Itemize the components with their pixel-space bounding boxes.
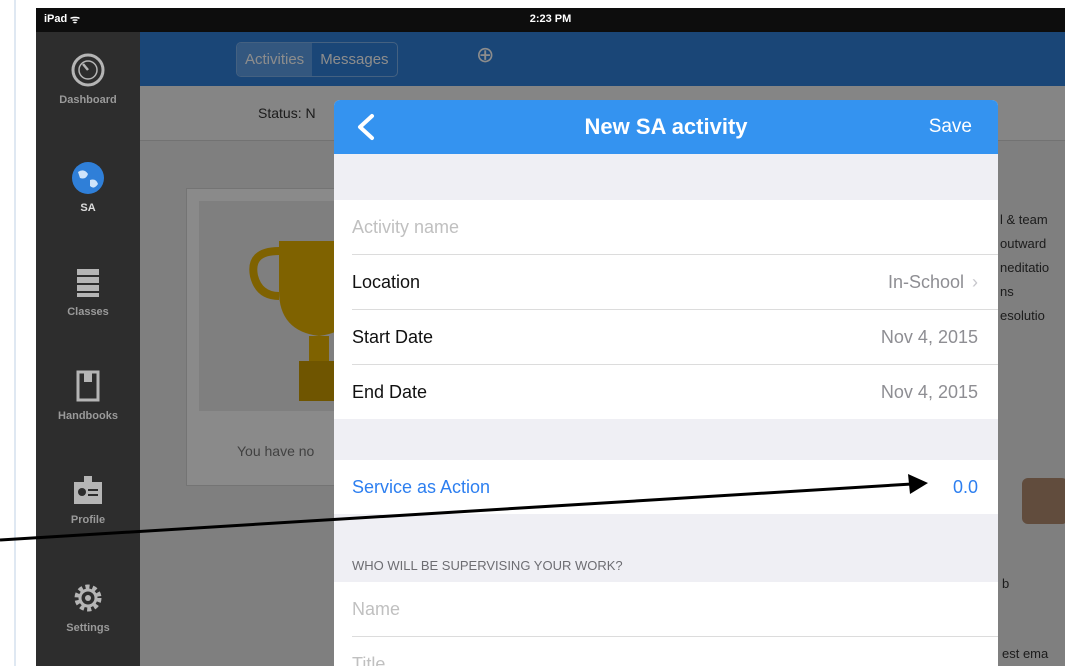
activity-name-input[interactable]: Activity name bbox=[352, 200, 459, 254]
right-fragment: est ema bbox=[1002, 646, 1049, 661]
supervisor-group: Name Title bbox=[334, 582, 998, 666]
right-line: l & team bbox=[1000, 212, 1048, 227]
sidebar-item-handbooks[interactable]: Handbooks bbox=[36, 368, 140, 468]
add-circle-icon[interactable]: ⊕ bbox=[476, 44, 498, 66]
books-icon bbox=[77, 269, 99, 297]
sidebar: Dashboard SA Classes Handbooks Profile S… bbox=[36, 32, 140, 666]
location-value: In-School › bbox=[888, 255, 978, 309]
start-date-label: Start Date bbox=[352, 327, 434, 347]
chevron-left-icon[interactable] bbox=[352, 110, 382, 144]
sidebar-item-label: Settings bbox=[66, 622, 110, 634]
service-as-action-row[interactable]: Service as Action 0.0 bbox=[352, 460, 998, 514]
status-value: N bbox=[305, 105, 316, 121]
sidebar-item-label: SA bbox=[80, 202, 96, 214]
right-line: neditatio bbox=[1000, 260, 1050, 275]
sidebar-item-classes[interactable]: Classes bbox=[36, 264, 140, 364]
chevron-right-icon: › bbox=[972, 272, 978, 292]
id-badge-icon bbox=[74, 476, 102, 504]
start-date-value: Nov 4, 2015 bbox=[880, 327, 978, 347]
location-label: Location bbox=[352, 272, 421, 292]
supervisor-name-row[interactable]: Name bbox=[352, 582, 998, 637]
background-segmented-control[interactable]: Activities Messages bbox=[236, 42, 398, 77]
modal-title: New SA activity bbox=[584, 114, 748, 139]
service-as-action-label: Service as Action bbox=[352, 477, 491, 497]
tab-activities[interactable]: Activities bbox=[237, 43, 313, 76]
save-button[interactable]: Save bbox=[929, 100, 972, 154]
sidebar-item-label: Profile bbox=[70, 514, 106, 526]
empty-message: You have no bbox=[237, 443, 315, 459]
background-status-label: Status: N bbox=[258, 105, 316, 121]
activity-details-group: Activity name Location In-School › Start … bbox=[334, 200, 998, 419]
clock: 2:23 PM bbox=[529, 13, 572, 25]
supervisor-title-row[interactable]: Title bbox=[352, 637, 998, 666]
status-bar: iPad ᯤ 2:23 PM bbox=[36, 8, 1065, 32]
gear-icon bbox=[74, 584, 102, 612]
right-line: esolutio bbox=[1000, 308, 1045, 323]
service-as-action-value: 0.0 bbox=[952, 477, 978, 497]
supervisor-title-input[interactable]: Title bbox=[352, 637, 385, 666]
margin-rule bbox=[14, 0, 16, 666]
sidebar-item-sa[interactable]: SA bbox=[36, 160, 140, 260]
end-date-label: End Date bbox=[352, 382, 428, 402]
service-group: Service as Action 0.0 bbox=[334, 460, 998, 514]
new-activity-modal: New SA activity Save Activity name Locat… bbox=[334, 100, 998, 666]
background-right-column: l & team outward neditatio ns esolutio bbox=[1000, 208, 1065, 328]
sidebar-item-profile[interactable]: Profile bbox=[36, 472, 140, 572]
end-date-row[interactable]: End Date Nov 4, 2015 bbox=[352, 365, 998, 419]
sidebar-item-label: Handbooks bbox=[58, 410, 118, 422]
location-value-text: In-School bbox=[887, 272, 964, 292]
status-label: Status: bbox=[258, 105, 302, 121]
background-photo-thumbnail bbox=[1022, 478, 1065, 524]
screenshot-frame: iPad ᯤ 2:23 PM Dashboard SA Classes Hand… bbox=[0, 0, 1065, 666]
right-line: outward bbox=[1000, 236, 1047, 251]
ipad-screen: iPad ᯤ 2:23 PM Dashboard SA Classes Hand… bbox=[36, 8, 1065, 666]
supervisor-section-header: WHO WILL BE SUPERVISING YOUR WORK? bbox=[352, 558, 623, 573]
start-date-row[interactable]: Start Date Nov 4, 2015 bbox=[352, 310, 998, 365]
page-margin bbox=[0, 0, 36, 666]
globe-icon bbox=[72, 162, 104, 194]
activity-name-row[interactable]: Activity name bbox=[352, 200, 998, 255]
handbook-icon bbox=[76, 370, 100, 402]
end-date-value: Nov 4, 2015 bbox=[880, 382, 978, 402]
supervisor-name-input[interactable]: Name bbox=[352, 582, 400, 636]
tab-messages[interactable]: Messages bbox=[312, 43, 396, 76]
sidebar-item-dashboard[interactable]: Dashboard bbox=[36, 52, 140, 152]
right-fragment: b bbox=[1002, 576, 1010, 591]
gauge-icon bbox=[71, 53, 105, 87]
sidebar-item-settings[interactable]: Settings bbox=[36, 580, 140, 666]
location-row[interactable]: Location In-School › bbox=[352, 255, 998, 310]
background-header: Activities Messages ⊕ bbox=[140, 32, 1065, 86]
right-line: ns bbox=[1000, 284, 1014, 299]
sidebar-item-label: Dashboard bbox=[59, 94, 117, 106]
modal-nav-bar: New SA activity Save bbox=[334, 100, 998, 154]
sidebar-item-label: Classes bbox=[67, 306, 109, 318]
